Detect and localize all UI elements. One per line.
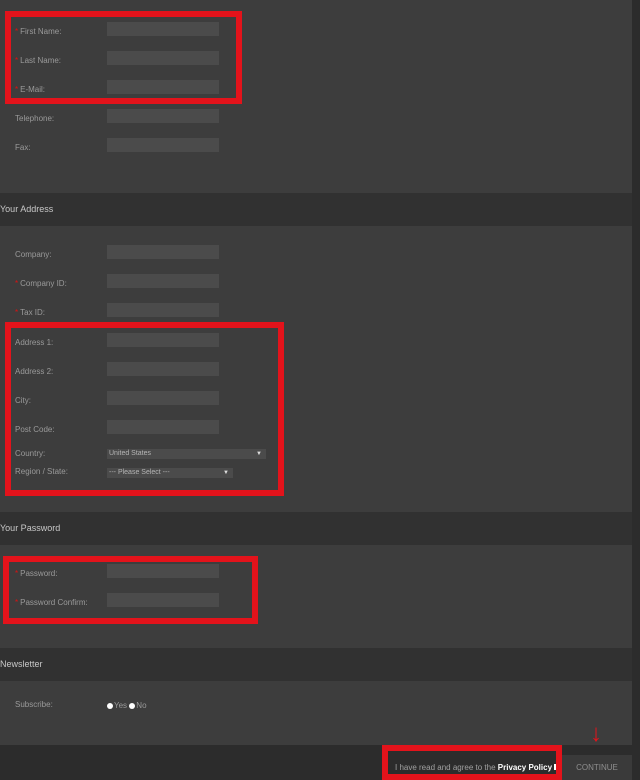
newsletter-heading: Newsletter [0, 648, 632, 681]
password-panel: * Password: * Password Confirm: [0, 545, 632, 648]
password-confirm-label: * Password Confirm: [15, 598, 88, 607]
address2-label: Address 2: [15, 367, 54, 376]
newsletter-panel: Subscribe: Yes No [0, 681, 632, 745]
address1-field[interactable] [107, 333, 219, 347]
password-field[interactable] [107, 564, 219, 578]
password-confirm-field[interactable] [107, 593, 219, 607]
password-label: * Password: [15, 569, 58, 578]
company-field[interactable] [107, 245, 219, 259]
subscribe-no-label: No [136, 701, 147, 710]
region-value: --- Please Select --- [109, 469, 170, 476]
your-password-heading: Your Password [0, 512, 632, 545]
post-code-field[interactable] [107, 420, 219, 434]
tax-id-field[interactable] [107, 303, 219, 317]
subscribe-label: Subscribe: [15, 700, 53, 709]
country-select[interactable]: United States ▼ [107, 449, 266, 459]
company-id-field[interactable] [107, 274, 219, 288]
region-label: Region / State: [15, 467, 68, 476]
fax-field[interactable] [107, 138, 219, 152]
agree-statement: I have read and agree to the Privacy Pol… [395, 763, 561, 772]
agree-text: I have read and agree to the [395, 763, 496, 772]
city-label: City: [15, 396, 31, 405]
city-field[interactable] [107, 391, 219, 405]
first-name-label: * First Name: [15, 27, 62, 36]
subscribe-yes-label: Yes [114, 701, 128, 710]
continue-button[interactable]: CONTINUE [562, 755, 632, 780]
chevron-down-icon: ▼ [223, 470, 229, 476]
telephone-field[interactable] [107, 109, 219, 123]
fax-label: Fax: [15, 143, 31, 152]
company-label: Company: [15, 250, 52, 259]
agree-checkbox[interactable] [554, 764, 561, 770]
subscribe-no-radio[interactable] [129, 702, 136, 709]
company-id-label: * Company ID: [15, 279, 67, 288]
chevron-down-icon: ▼ [256, 451, 262, 457]
footer-bar: I have read and agree to the Privacy Pol… [0, 745, 640, 780]
personal-details-panel: * First Name: * Last Name: * E-Mail: Teleph… [0, 0, 632, 193]
email-label: * E-Mail: [15, 85, 46, 94]
privacy-policy-link[interactable]: Privacy Policy [498, 763, 552, 772]
country-value: United States [109, 450, 152, 457]
email-field[interactable] [107, 80, 219, 94]
region-select[interactable]: --- Please Select --- ▼ [107, 468, 233, 478]
your-address-heading: Your Address [0, 193, 632, 226]
last-name-label: * Last Name: [15, 56, 62, 65]
country-label: Country: [15, 449, 46, 458]
address2-field[interactable] [107, 362, 219, 376]
address-panel: Company: * Company ID: * Tax ID: Address 1… [0, 226, 632, 512]
page-edge [632, 0, 640, 780]
address1-label: Address 1: [15, 338, 54, 347]
post-code-label: Post Code: [15, 425, 55, 434]
tax-id-label: * Tax ID: [15, 308, 46, 317]
arrow-down-icon: ↓ [590, 720, 602, 747]
last-name-field[interactable] [107, 51, 219, 65]
subscribe-options: Yes No [107, 701, 147, 710]
telephone-label: Telephone: [15, 114, 55, 123]
first-name-field[interactable] [107, 22, 219, 36]
subscribe-yes-radio[interactable] [107, 702, 113, 709]
